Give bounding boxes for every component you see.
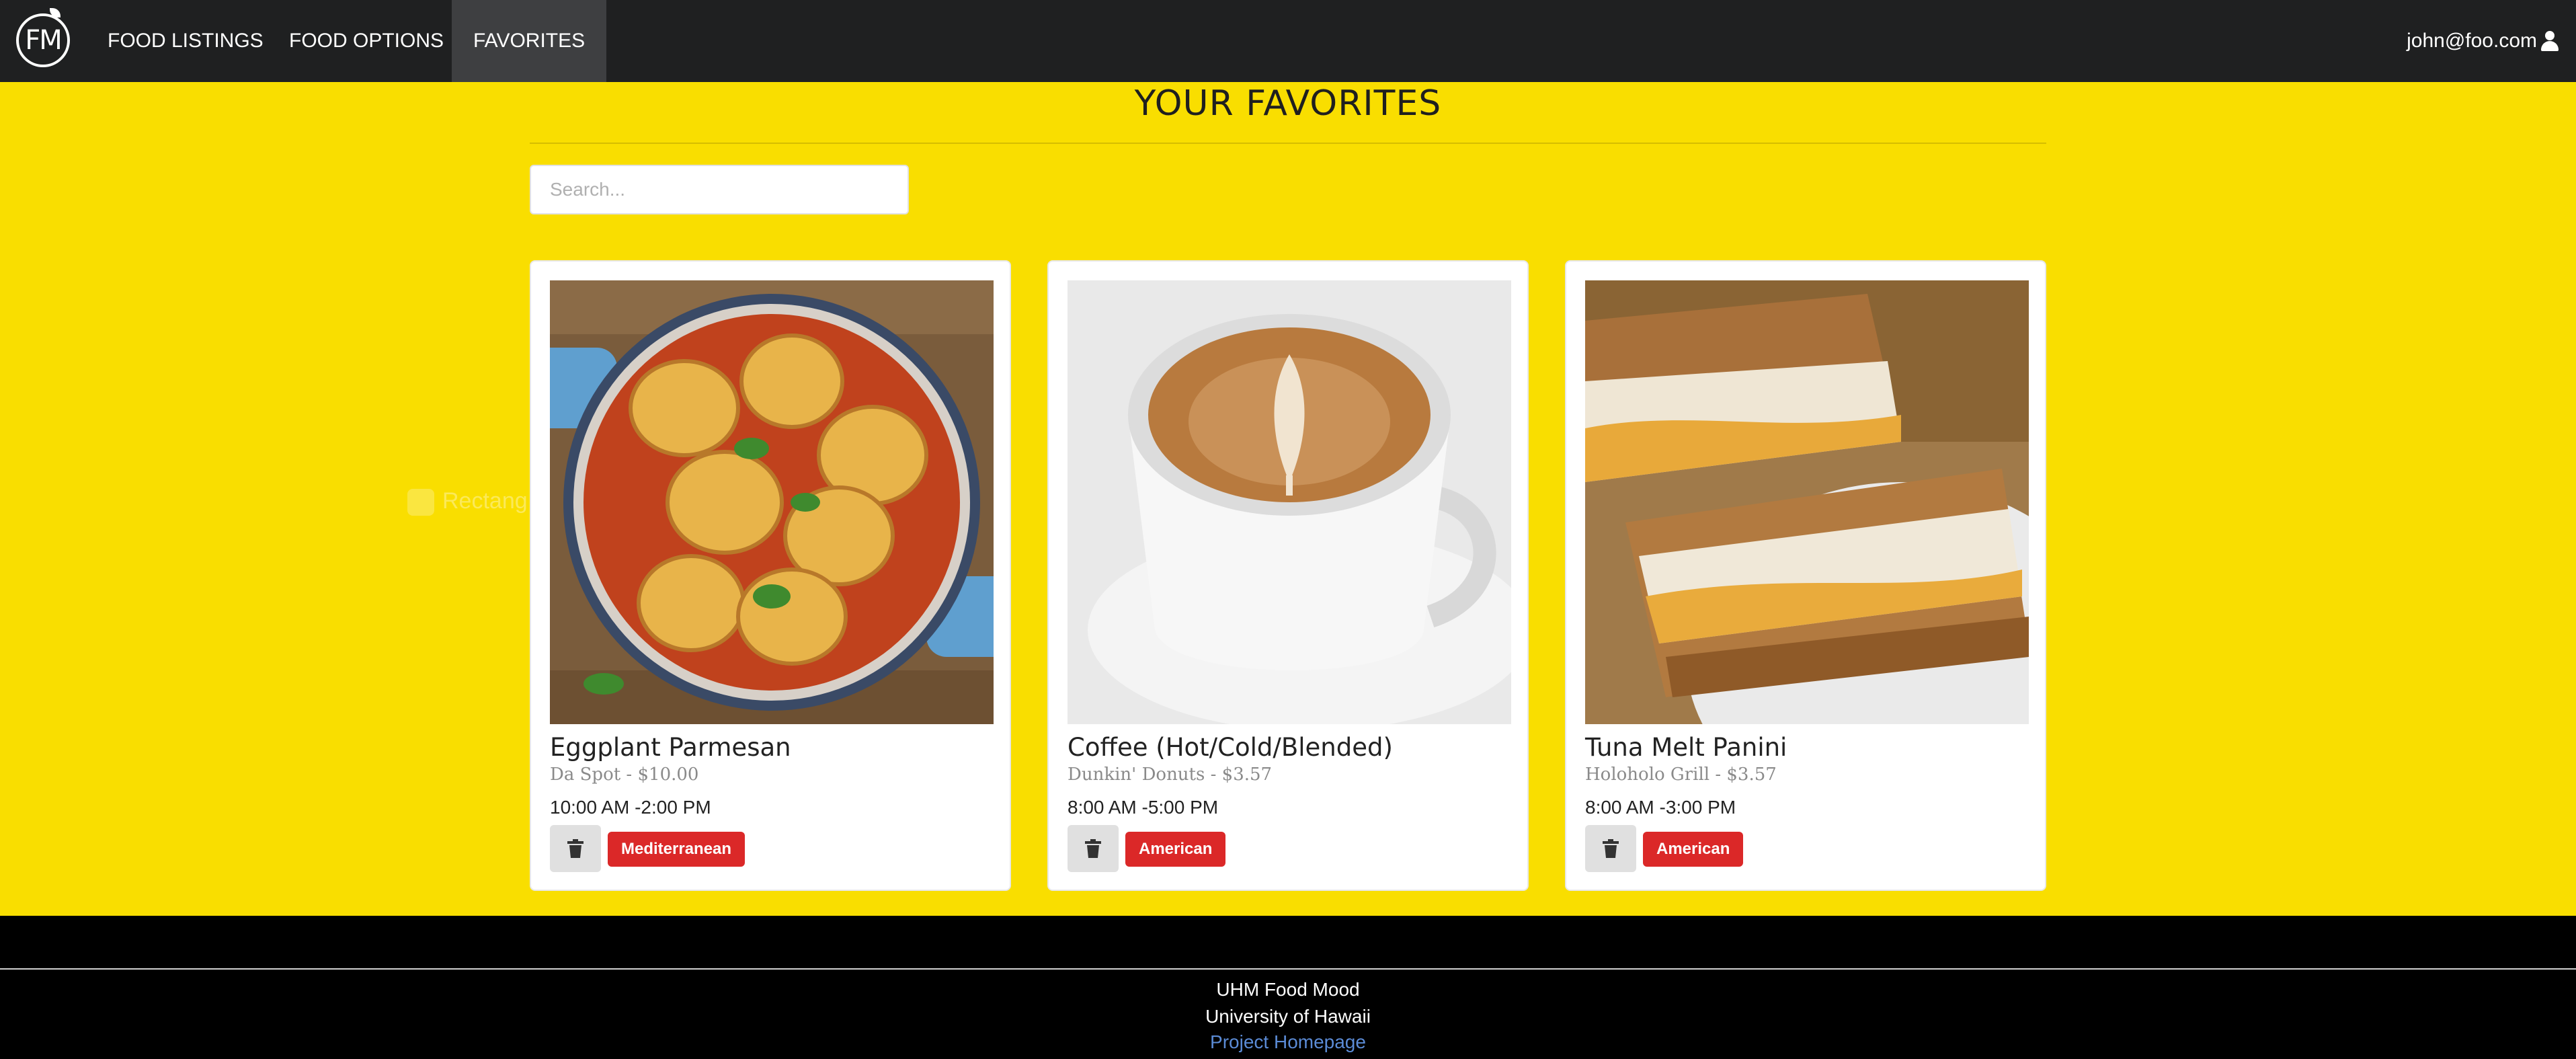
- user-icon: [2540, 31, 2560, 51]
- project-homepage-link[interactable]: Project Homepage: [0, 1031, 2576, 1053]
- footer-university: University of Hawaii: [1205, 1006, 1371, 1027]
- trash-icon: [567, 839, 583, 858]
- favorite-card[interactable]: Eggplant Parmesan Da Spot - $10.00 10:00…: [530, 260, 1011, 891]
- logo[interactable]: FM: [16, 8, 70, 67]
- page-title: YOUR FAVORITES: [1134, 83, 1442, 124]
- food-image-coffee: [1068, 280, 1511, 724]
- food-hours: 10:00 AM -2:00 PM: [550, 797, 711, 818]
- food-image-eggplant-parmesan: [550, 280, 994, 724]
- delete-favorite-button[interactable]: [1068, 825, 1119, 872]
- drag-ghost: Rectang: [407, 488, 528, 516]
- food-hours: 8:00 AM -3:00 PM: [1585, 797, 1736, 818]
- ghost-icon: [407, 489, 434, 516]
- delete-favorite-button[interactable]: [550, 825, 601, 872]
- cuisine-tag[interactable]: American: [1643, 832, 1744, 867]
- trash-icon: [1603, 839, 1619, 858]
- user-email: john@foo.com: [2407, 30, 2537, 52]
- delete-favorite-button[interactable]: [1585, 825, 1636, 872]
- favorite-card[interactable]: Coffee (Hot/Cold/Blended) Dunkin' Donuts…: [1047, 260, 1529, 891]
- logo-text: FM: [25, 25, 63, 56]
- eggplant-parmesan-illustration: [550, 280, 994, 724]
- food-name: Tuna Melt Panini: [1585, 733, 1787, 762]
- food-vendor-price: Holoholo Grill - $3.57: [1585, 764, 1777, 785]
- food-name: Coffee (Hot/Cold/Blended): [1068, 733, 1393, 762]
- food-image-tuna-melt-panini: [1585, 280, 2029, 724]
- nav-food-listings[interactable]: FOOD LISTINGS: [86, 0, 285, 82]
- favorite-card[interactable]: Tuna Melt Panini Holoholo Grill - $3.57 …: [1565, 260, 2046, 891]
- food-hours: 8:00 AM -5:00 PM: [1068, 797, 1219, 818]
- navbar: FM FOOD LISTINGS FOOD OPTIONS FAVORITES …: [0, 0, 2576, 82]
- trash-icon: [1085, 839, 1101, 858]
- ghost-label: Rectang: [442, 488, 528, 514]
- footer: UHM Food Mood University of Hawaii Proje…: [0, 916, 2576, 1059]
- tuna-melt-illustration: [1585, 280, 2029, 724]
- user-menu[interactable]: john@foo.com: [2407, 0, 2560, 82]
- footer-app-name: UHM Food Mood: [1216, 979, 1360, 1000]
- coffee-illustration: [1068, 280, 1511, 724]
- food-vendor-price: Dunkin' Donuts - $3.57: [1068, 764, 1273, 785]
- nav-food-options[interactable]: FOOD OPTIONS: [268, 0, 465, 82]
- nav-favorites[interactable]: FAVORITES: [452, 0, 607, 82]
- divider: [530, 143, 2046, 144]
- cuisine-tag[interactable]: American: [1125, 832, 1226, 867]
- leaf-icon: [50, 8, 61, 17]
- search-input[interactable]: [530, 165, 909, 214]
- food-name: Eggplant Parmesan: [550, 733, 791, 762]
- cuisine-tag[interactable]: Mediterranean: [608, 832, 746, 867]
- footer-divider: [0, 968, 2576, 970]
- food-vendor-price: Da Spot - $10.00: [550, 764, 699, 785]
